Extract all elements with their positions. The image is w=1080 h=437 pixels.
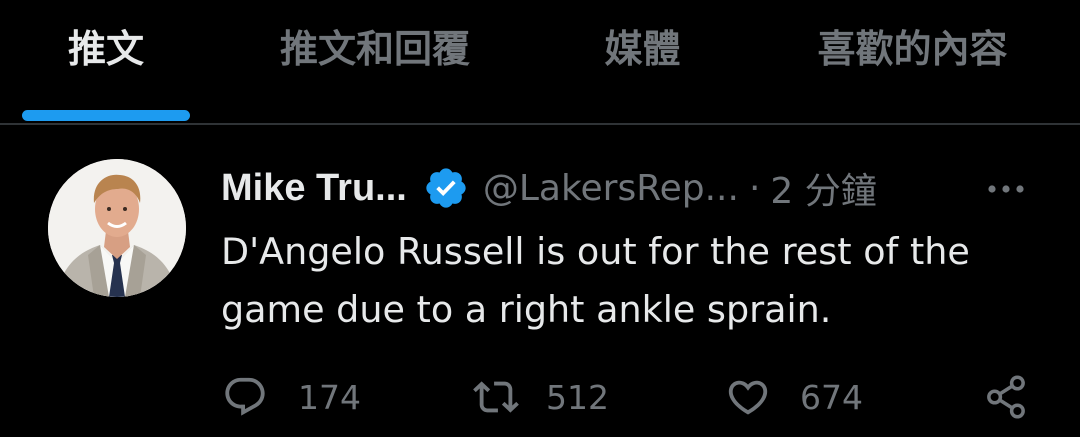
separator-dot: · [748, 167, 761, 209]
display-name[interactable]: Mike Tru... [221, 167, 407, 210]
retweet-count: 512 [546, 377, 609, 417]
tab-media[interactable]: 媒體 [570, 0, 715, 124]
tab-likes-label: 喜歡的內容 [817, 27, 1008, 71]
user-handle[interactable]: @LakersRep... [483, 168, 739, 209]
tab-tweets-and-replies[interactable]: 推文和回覆 [240, 0, 510, 124]
retweet-button[interactable]: 512 [472, 367, 609, 427]
verified-badge-icon [423, 165, 469, 211]
tweet-text: D'Angelo Russell is out for the rest of … [221, 230, 970, 331]
profile-tabs: 推文 推文和回覆 媒體 喜歡的內容 [0, 0, 1080, 125]
reply-count: 174 [298, 377, 361, 417]
tab-tweets-label: 推文 [67, 27, 144, 71]
share-button[interactable] [985, 367, 1027, 427]
avatar-photo [48, 159, 186, 297]
tweet[interactable]: Mike Tru... @LakersRep... · 2 分鐘 D'Angel… [0, 125, 1080, 437]
like-count: 674 [800, 377, 863, 417]
retweet-icon [472, 374, 520, 420]
active-tab-indicator [22, 110, 190, 121]
tweet-actions: 174 512 674 [0, 367, 1080, 427]
reply-icon [222, 374, 268, 420]
tab-tweets[interactable]: 推文 [20, 0, 192, 124]
tab-media-label: 媒體 [604, 27, 681, 71]
avatar[interactable] [48, 159, 186, 297]
share-icon [985, 374, 1027, 420]
tab-tweets-and-replies-label: 推文和回覆 [279, 27, 470, 71]
like-button[interactable]: 674 [724, 367, 863, 427]
like-icon [724, 374, 772, 420]
tweet-timestamp[interactable]: 2 分鐘 [770, 162, 876, 214]
more-icon[interactable] [986, 179, 1026, 199]
reply-button[interactable]: 174 [222, 367, 361, 427]
tab-likes[interactable]: 喜歡的內容 [790, 0, 1035, 124]
tweet-header: Mike Tru... @LakersRep... · 2 分鐘 [221, 163, 877, 213]
